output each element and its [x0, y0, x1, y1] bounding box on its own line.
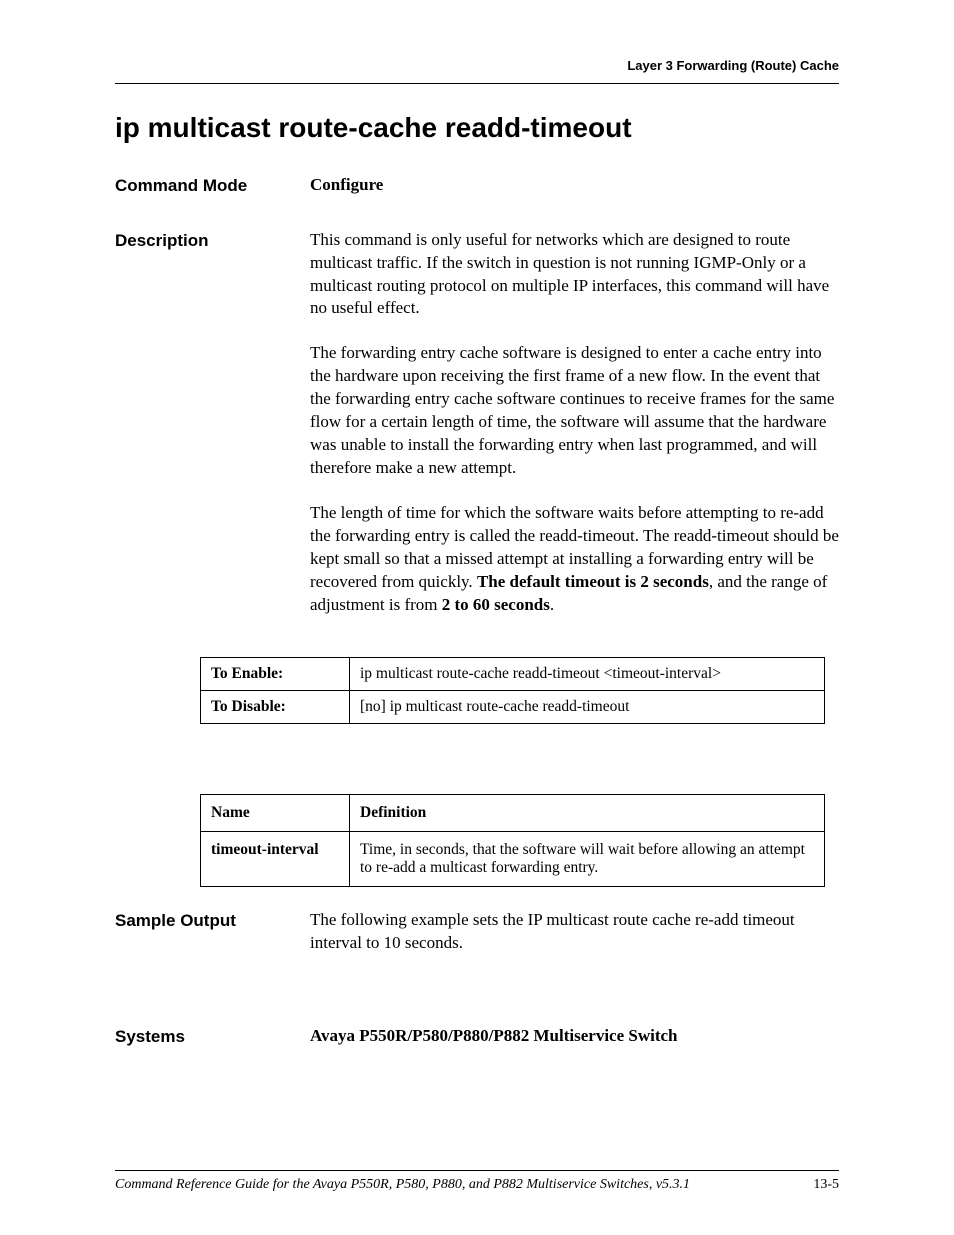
table-row: timeout-interval Time, in seconds, that … — [201, 831, 825, 886]
label-description: Description — [115, 229, 310, 254]
section-sample-output: Sample Output The following example sets… — [115, 909, 839, 955]
definition-table: Name Definition timeout-interval Time, i… — [200, 794, 825, 887]
systems-value: Avaya P550R/P580/P880/P882 Multiservice … — [310, 1026, 678, 1045]
page-title: ip multicast route-cache readd-timeout — [115, 112, 839, 144]
description-p3-fragment-d: 2 to 60 seconds — [442, 595, 550, 614]
description-paragraph-3: The length of time for which the softwar… — [310, 502, 839, 617]
page-container: Layer 3 Forwarding (Route) Cache ip mult… — [0, 0, 954, 1235]
footer-rule — [115, 1170, 839, 1171]
footer-text: Command Reference Guide for the Avaya P5… — [115, 1177, 690, 1193]
sample-output-body: The following example sets the IP multic… — [310, 909, 839, 955]
disable-value: [no] ip multicast route-cache readd-time… — [350, 690, 825, 723]
description-paragraph-1: This command is only useful for networks… — [310, 229, 839, 321]
section-systems: Systems Avaya P550R/P580/P880/P882 Multi… — [115, 1025, 839, 1050]
description-paragraph-2: The forwarding entry cache software is d… — [310, 342, 839, 480]
table-row: To Disable: [no] ip multicast route-cach… — [201, 690, 825, 723]
table-header-row: Name Definition — [201, 794, 825, 831]
label-command-mode: Command Mode — [115, 174, 310, 199]
header-rule — [115, 83, 839, 84]
section-description: Description This command is only useful … — [115, 229, 839, 617]
disable-key-text: To Disable: — [211, 698, 286, 715]
enable-value: ip multicast route-cache readd-timeout <… — [350, 657, 825, 690]
page-number: 13-5 — [813, 1177, 839, 1193]
running-header: Layer 3 Forwarding (Route) Cache — [115, 58, 839, 73]
description-body: This command is only useful for networks… — [310, 229, 839, 617]
definition-text: Time, in seconds, that the software will… — [350, 831, 825, 886]
definition-name: timeout-interval — [201, 831, 350, 886]
label-sample-output: Sample Output — [115, 909, 310, 934]
enable-key: To Enable: — [201, 657, 350, 690]
definition-header-name: Name — [201, 794, 350, 831]
description-p3-fragment-b: The default timeout is 2 seconds — [477, 572, 709, 591]
disable-key: To Disable: — [201, 690, 350, 723]
page-footer: Command Reference Guide for the Avaya P5… — [115, 1170, 839, 1193]
section-command-mode: Command Mode Configure — [115, 174, 839, 199]
label-systems: Systems — [115, 1025, 310, 1050]
sample-output-text: The following example sets the IP multic… — [310, 909, 839, 955]
enable-disable-table: To Enable: ip multicast route-cache read… — [200, 657, 825, 724]
description-p3-fragment-e: . — [550, 595, 554, 614]
definition-header-definition: Definition — [350, 794, 825, 831]
table-row: To Enable: ip multicast route-cache read… — [201, 657, 825, 690]
command-mode-value: Configure — [310, 175, 383, 194]
